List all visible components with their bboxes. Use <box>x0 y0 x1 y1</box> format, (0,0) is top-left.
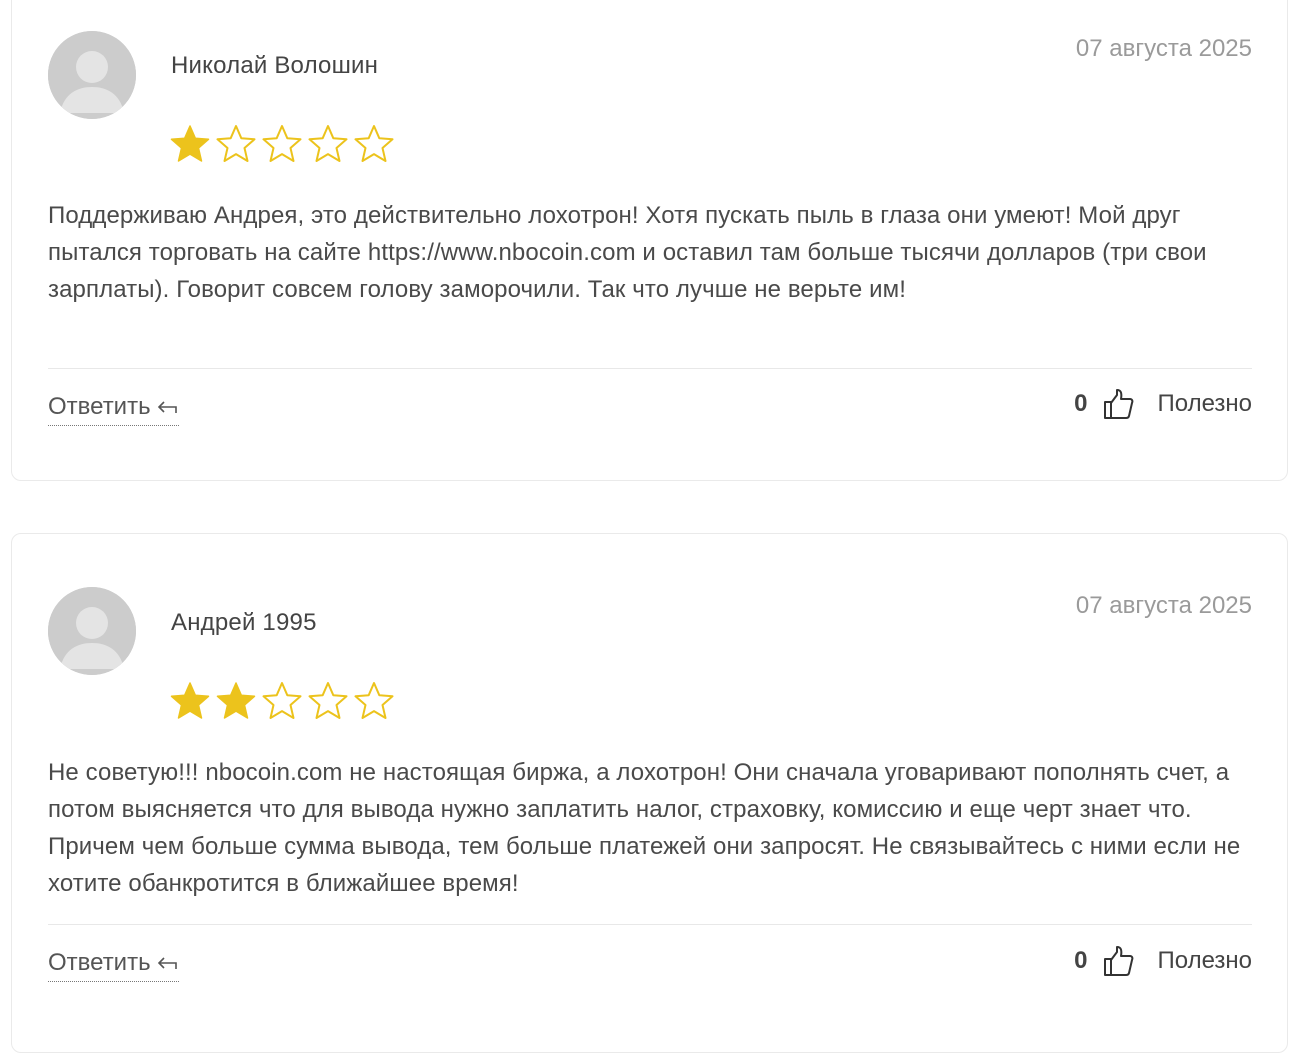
review-text: Поддерживаю Андрея, это действительно ло… <box>48 202 1207 303</box>
star-filled-icon <box>216 682 256 719</box>
rating-stars <box>169 680 395 722</box>
reply-arrow-icon <box>157 401 177 413</box>
reply-label: Ответить <box>48 393 151 420</box>
useful-block: 0 Полезно <box>1074 387 1252 421</box>
reply-label: Ответить <box>48 949 151 976</box>
like-count: 0 <box>1074 947 1088 974</box>
divider <box>48 368 1252 369</box>
review-card: Андрей 1995 07 августа 2025 Не советую!!… <box>11 533 1288 1053</box>
review-author: Андрей 1995 <box>171 609 317 636</box>
review-text: Не советую!!! nbocoin.com не настоящая б… <box>48 759 1241 897</box>
thumbs-up-icon[interactable] <box>1102 944 1134 978</box>
reply-button[interactable]: Ответить <box>48 393 179 426</box>
reply-arrow-icon <box>157 957 177 969</box>
useful-label: Полезно <box>1157 390 1253 417</box>
star-empty-icon <box>354 682 394 719</box>
thumbs-up-icon[interactable] <box>1102 387 1134 421</box>
user-avatar-icon <box>48 31 136 119</box>
star-filled-icon <box>170 125 210 162</box>
user-avatar-icon <box>48 587 136 675</box>
review-author: Николай Волошин <box>171 52 379 79</box>
review-date: 07 августа 2025 <box>1075 35 1252 62</box>
star-empty-icon <box>262 125 302 162</box>
star-filled-icon <box>170 682 210 719</box>
star-empty-icon <box>216 125 256 162</box>
star-empty-icon <box>262 682 302 719</box>
reply-button[interactable]: Ответить <box>48 949 179 982</box>
review-card: Николай Волошин 07 августа 2025 Поддержи… <box>11 0 1288 481</box>
like-count: 0 <box>1074 390 1088 417</box>
divider <box>48 924 1252 925</box>
useful-block: 0 Полезно <box>1074 944 1252 978</box>
useful-label: Полезно <box>1157 947 1253 974</box>
star-empty-icon <box>308 682 348 719</box>
review-date: 07 августа 2025 <box>1075 592 1252 619</box>
rating-stars <box>169 123 395 165</box>
star-empty-icon <box>354 125 394 162</box>
star-empty-icon <box>308 125 348 162</box>
